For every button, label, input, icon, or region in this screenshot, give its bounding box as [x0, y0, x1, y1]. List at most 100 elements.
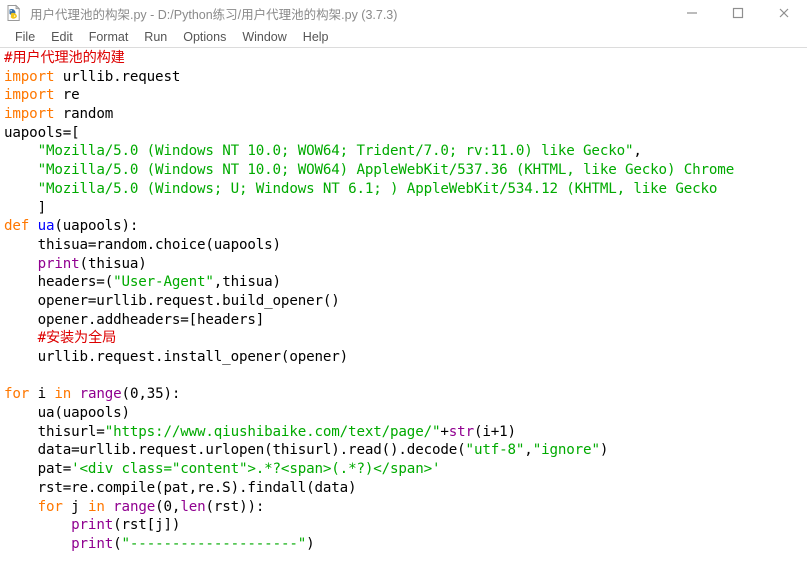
code-editor[interactable]: #用户代理池的构建 import urllib.request import re i… — [0, 48, 807, 577]
code-token-plain: ) — [599, 442, 609, 459]
code-line: "Mozilla/5.0 (Windows NT 10.0; WOW64) Ap… — [4, 161, 807, 180]
menu-item-run[interactable]: Run — [136, 27, 175, 47]
code-token-plain: i — [29, 386, 55, 403]
code-line: #安装为全局 — [4, 329, 807, 348]
menu-item-file[interactable]: File — [7, 27, 43, 47]
code-token-builtin: print — [71, 535, 114, 552]
code-token-def: ua — [37, 218, 55, 235]
code-token-plain: ) — [306, 535, 315, 552]
code-token-string: "--------------------" — [121, 535, 307, 552]
code-token-string: "Mozilla/5.0 (Windows NT 10.0; WOW64) Ap… — [37, 162, 735, 179]
menu-item-help[interactable]: Help — [295, 27, 337, 47]
code-token-string: "Mozilla/5.0 (Windows NT 10.0; WOW64; Tr… — [37, 143, 634, 160]
code-line: thisurl="https://www.qiushibaike.com/tex… — [4, 423, 807, 442]
code-token-plain: opener=urllib.request.build_opener() — [4, 292, 340, 309]
code-line: headers=("User-Agent",thisua) — [4, 273, 807, 292]
code-token-plain: (0, — [155, 498, 181, 515]
menu-item-format[interactable]: Format — [81, 27, 137, 47]
menu-item-options[interactable]: Options — [175, 27, 234, 47]
code-token-keyword: in — [87, 498, 105, 515]
code-token-builtin: str — [448, 423, 474, 440]
code-line: urllib.request.install_opener(opener) — [4, 348, 807, 367]
code-token-plain: ua(uapools) — [4, 405, 130, 422]
code-token-comment: #安装为全局 — [37, 330, 117, 347]
code-token-builtin: range — [79, 386, 122, 403]
code-text[interactable]: #用户代理池的构建 import urllib.request import re i… — [4, 49, 807, 554]
code-token-keyword: for — [37, 498, 63, 515]
code-line: opener.addheaders=[headers] — [4, 311, 807, 330]
code-token-plain: opener.addheaders=[headers] — [4, 311, 265, 328]
code-line: print("--------------------") — [4, 535, 807, 554]
code-token-string: "utf-8" — [465, 442, 525, 459]
code-token-builtin: print — [71, 517, 114, 534]
window-controls — [669, 0, 807, 26]
code-token-plain: rst=re.compile(pat,re.S).findall(data) — [4, 479, 357, 496]
code-line: for i in range(0,35): — [4, 385, 807, 404]
minimize-icon[interactable] — [669, 0, 715, 26]
code-token-string: "User-Agent" — [113, 274, 214, 291]
code-line: import urllib.request — [4, 68, 807, 87]
code-line: opener=urllib.request.build_opener() — [4, 292, 807, 311]
code-token-builtin: print — [37, 255, 80, 272]
code-token-keyword: in — [54, 386, 72, 403]
code-token-builtin: len — [180, 498, 206, 515]
code-token-plain: thisua=random.choice(uapools) — [4, 236, 282, 253]
code-token-plain: data=urllib.request.urlopen(thisurl).rea… — [4, 442, 466, 459]
code-token-plain: + — [440, 423, 449, 440]
menubar: File Edit Format Run Options Window Help — [0, 26, 807, 48]
code-token-plain: thisurl= — [4, 423, 105, 440]
code-token-plain: random — [54, 106, 114, 123]
code-token-plain: (i+1) — [473, 423, 516, 440]
code-token-string: "https://www.qiushibaike.com/text/page/" — [104, 423, 441, 440]
code-token-string: "ignore" — [532, 442, 600, 459]
menu-item-edit[interactable]: Edit — [43, 27, 81, 47]
code-token-plain: (rst[j]) — [113, 517, 181, 534]
code-token-plain: (0,35): — [121, 386, 181, 403]
code-line: #用户代理池的构建 — [4, 49, 807, 68]
code-token-plain: (uapools): — [54, 218, 139, 235]
code-line: uapools=[ — [4, 124, 807, 143]
code-line: "Mozilla/5.0 (Windows NT 10.0; WOW64; Tr… — [4, 142, 807, 161]
code-line: ua(uapools) — [4, 404, 807, 423]
code-token-string: "Mozilla/5.0 (Windows; U; Windows NT 6.1… — [37, 180, 718, 197]
code-line: import re — [4, 86, 807, 105]
code-token-plain: ] — [4, 199, 47, 216]
code-token-plain: ,thisua) — [213, 274, 281, 291]
code-token-string: '<div class="content">.*?<span>(.*?)</sp… — [71, 461, 441, 478]
code-token-plain: (thisua) — [79, 255, 147, 272]
maximize-icon[interactable] — [715, 0, 761, 26]
code-line: print(thisua) — [4, 255, 807, 274]
code-token-comment: #用户代理池的构建 — [4, 50, 125, 66]
code-token-plain: headers=( — [4, 274, 114, 291]
code-token-plain: urllib.request — [54, 68, 181, 85]
code-token-plain: uapools=[ — [4, 124, 80, 141]
code-token-keyword: def — [4, 218, 30, 235]
code-token-plain: , — [633, 143, 642, 160]
code-token-keyword: import — [4, 87, 55, 104]
code-token-plain: pat= — [4, 461, 72, 478]
window-titlebar: 用户代理池的构架.py - D:/Python练习/用户代理池的构架.py (3… — [0, 0, 807, 26]
code-token-builtin: range — [113, 498, 156, 515]
code-token-plain: re — [54, 87, 80, 104]
code-token-plain: (rst)): — [205, 498, 265, 515]
menu-item-window[interactable]: Window — [234, 27, 294, 47]
code-token-plain: , — [524, 442, 533, 459]
code-line: import random — [4, 105, 807, 124]
code-line: ] — [4, 199, 807, 218]
code-line: "Mozilla/5.0 (Windows; U; Windows NT 6.1… — [4, 180, 807, 199]
close-icon[interactable] — [761, 0, 807, 26]
code-line: pat='<div class="content">.*?<span>(.*?)… — [4, 460, 807, 479]
code-token-keyword: import — [4, 68, 55, 85]
